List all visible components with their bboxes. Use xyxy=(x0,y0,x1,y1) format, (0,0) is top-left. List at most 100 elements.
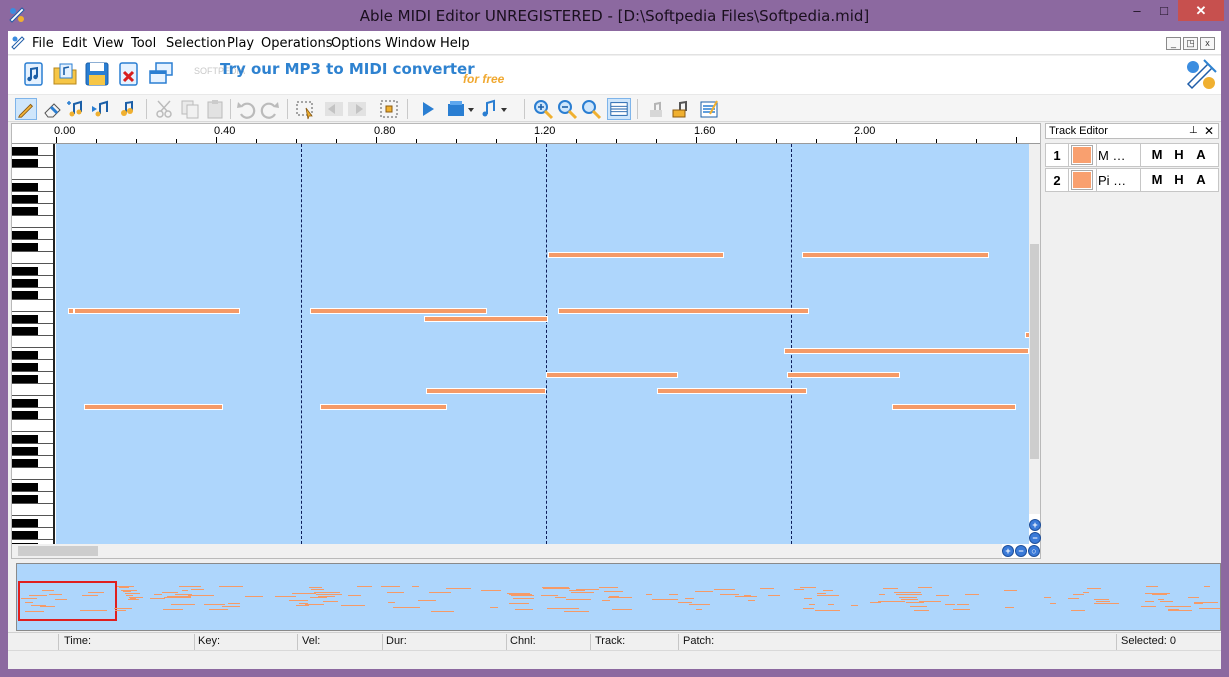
add-controller-icon[interactable] xyxy=(90,98,112,120)
midi-note[interactable] xyxy=(310,308,487,314)
midi-note[interactable] xyxy=(802,252,989,258)
black-key[interactable] xyxy=(12,267,38,275)
black-key[interactable] xyxy=(12,243,38,251)
mdi-minimize-button[interactable]: _ xyxy=(1166,37,1181,50)
black-key[interactable] xyxy=(12,459,38,467)
vertical-scrollbar[interactable] xyxy=(1029,144,1040,514)
maximize-button[interactable]: □ xyxy=(1151,0,1177,21)
converter-logo-icon[interactable] xyxy=(1184,58,1218,92)
close-file-icon[interactable] xyxy=(115,60,143,88)
midi-note[interactable] xyxy=(787,372,900,378)
midi-note[interactable] xyxy=(784,348,1029,354)
lyrics-icon[interactable] xyxy=(670,98,692,120)
track-row[interactable]: 1 M … M H A xyxy=(1045,143,1219,167)
active-button[interactable]: A xyxy=(1192,172,1210,187)
midi-note[interactable] xyxy=(74,308,240,314)
snap-icon[interactable] xyxy=(378,98,400,120)
save-icon[interactable] xyxy=(83,60,111,88)
metronome-icon[interactable] xyxy=(479,98,509,120)
track-color-swatch[interactable] xyxy=(1071,145,1093,165)
track-name[interactable]: M … xyxy=(1098,148,1138,163)
menu-options[interactable]: Options xyxy=(331,36,381,51)
black-key[interactable] xyxy=(12,483,38,491)
tempo-icon[interactable] xyxy=(646,98,668,120)
song-overview[interactable] xyxy=(16,563,1221,631)
close-window-button[interactable]: ✕ xyxy=(1178,0,1224,21)
document-icon[interactable] xyxy=(10,35,28,51)
menu-edit[interactable]: Edit xyxy=(62,36,87,51)
zoom-in-icon[interactable] xyxy=(532,98,554,120)
instrument-icon[interactable] xyxy=(116,98,138,120)
overview-viewport-frame[interactable] xyxy=(18,581,117,621)
grid-icon[interactable] xyxy=(607,98,631,120)
midi-note[interactable] xyxy=(548,252,724,258)
vertical-scroll-thumb[interactable] xyxy=(1030,244,1039,459)
menu-selection[interactable]: Selection xyxy=(166,36,226,51)
menu-play[interactable]: Play xyxy=(227,36,254,51)
track-color-swatch[interactable] xyxy=(1071,170,1093,190)
select-icon[interactable] xyxy=(294,98,316,120)
black-key[interactable] xyxy=(12,207,38,215)
note-grid[interactable] xyxy=(56,144,1029,544)
minimize-button[interactable]: – xyxy=(1124,0,1150,21)
zoom-out-icon[interactable] xyxy=(556,98,578,120)
play-icon[interactable] xyxy=(417,98,439,120)
pin-icon[interactable]: ⊥ xyxy=(1189,125,1198,136)
menu-file[interactable]: File xyxy=(32,36,54,51)
eraser-icon[interactable] xyxy=(41,98,63,120)
menu-view[interactable]: View xyxy=(93,36,124,51)
black-key[interactable] xyxy=(12,183,38,191)
hide-button[interactable]: H xyxy=(1170,172,1188,187)
cut-icon[interactable] xyxy=(154,98,176,120)
redo-icon[interactable] xyxy=(259,98,281,120)
active-button[interactable]: A xyxy=(1192,147,1210,162)
midi-note[interactable] xyxy=(426,388,546,394)
midi-note[interactable] xyxy=(657,388,807,394)
black-key[interactable] xyxy=(12,279,38,287)
move-right-icon[interactable] xyxy=(346,98,368,120)
zoom-out-vertical-icon[interactable]: − xyxy=(1029,532,1041,544)
midi-note[interactable] xyxy=(84,404,223,410)
menu-window[interactable]: Window xyxy=(385,36,436,51)
undo-icon[interactable] xyxy=(235,98,257,120)
time-ruler[interactable]: 0.00 0.40 0.80 1.20 1.60 2.00 xyxy=(12,124,1057,144)
hide-button[interactable]: H xyxy=(1170,147,1188,162)
open-file-icon[interactable] xyxy=(51,60,79,88)
zoom-out-horizontal-icon[interactable]: − xyxy=(1015,545,1027,557)
window-icon[interactable] xyxy=(147,60,175,88)
zoom-in-horizontal-icon[interactable]: + xyxy=(1002,545,1014,557)
black-key[interactable] xyxy=(12,315,38,323)
mdi-restore-button[interactable]: ◳ xyxy=(1183,37,1198,50)
black-key[interactable] xyxy=(12,147,38,155)
black-key[interactable] xyxy=(12,399,38,407)
horizontal-scrollbar[interactable] xyxy=(12,544,1002,558)
piano-keyboard[interactable] xyxy=(12,144,55,544)
menu-tool[interactable]: Tool xyxy=(131,36,156,51)
mute-button[interactable]: M xyxy=(1148,147,1166,162)
midi-note[interactable] xyxy=(546,372,678,378)
midi-note[interactable] xyxy=(320,404,447,410)
black-key[interactable] xyxy=(12,195,38,203)
black-key[interactable] xyxy=(12,351,38,359)
black-key[interactable] xyxy=(12,495,38,503)
menu-help[interactable]: Help xyxy=(440,36,470,51)
mute-button[interactable]: M xyxy=(1148,172,1166,187)
paste-icon[interactable] xyxy=(204,98,226,120)
mdi-close-button[interactable]: x xyxy=(1200,37,1215,50)
zoom-reset-icon[interactable]: ○ xyxy=(1028,545,1040,557)
add-note-icon[interactable] xyxy=(65,98,87,120)
black-key[interactable] xyxy=(12,411,38,419)
title-bar[interactable]: Able MIDI Editor UNREGISTERED - [D:\Soft… xyxy=(0,0,1229,31)
zoom-fit-icon[interactable] xyxy=(580,98,602,120)
black-key[interactable] xyxy=(12,375,38,383)
midi-note[interactable] xyxy=(892,404,1016,410)
midi-note[interactable] xyxy=(558,308,809,314)
menu-operations[interactable]: Operations xyxy=(261,36,332,51)
horizontal-scroll-thumb[interactable] xyxy=(18,546,98,556)
pencil-icon[interactable] xyxy=(15,98,37,120)
black-key[interactable] xyxy=(12,531,38,539)
black-key[interactable] xyxy=(12,519,38,527)
copy-icon[interactable] xyxy=(179,98,201,120)
black-key[interactable] xyxy=(12,291,38,299)
black-key[interactable] xyxy=(12,447,38,455)
